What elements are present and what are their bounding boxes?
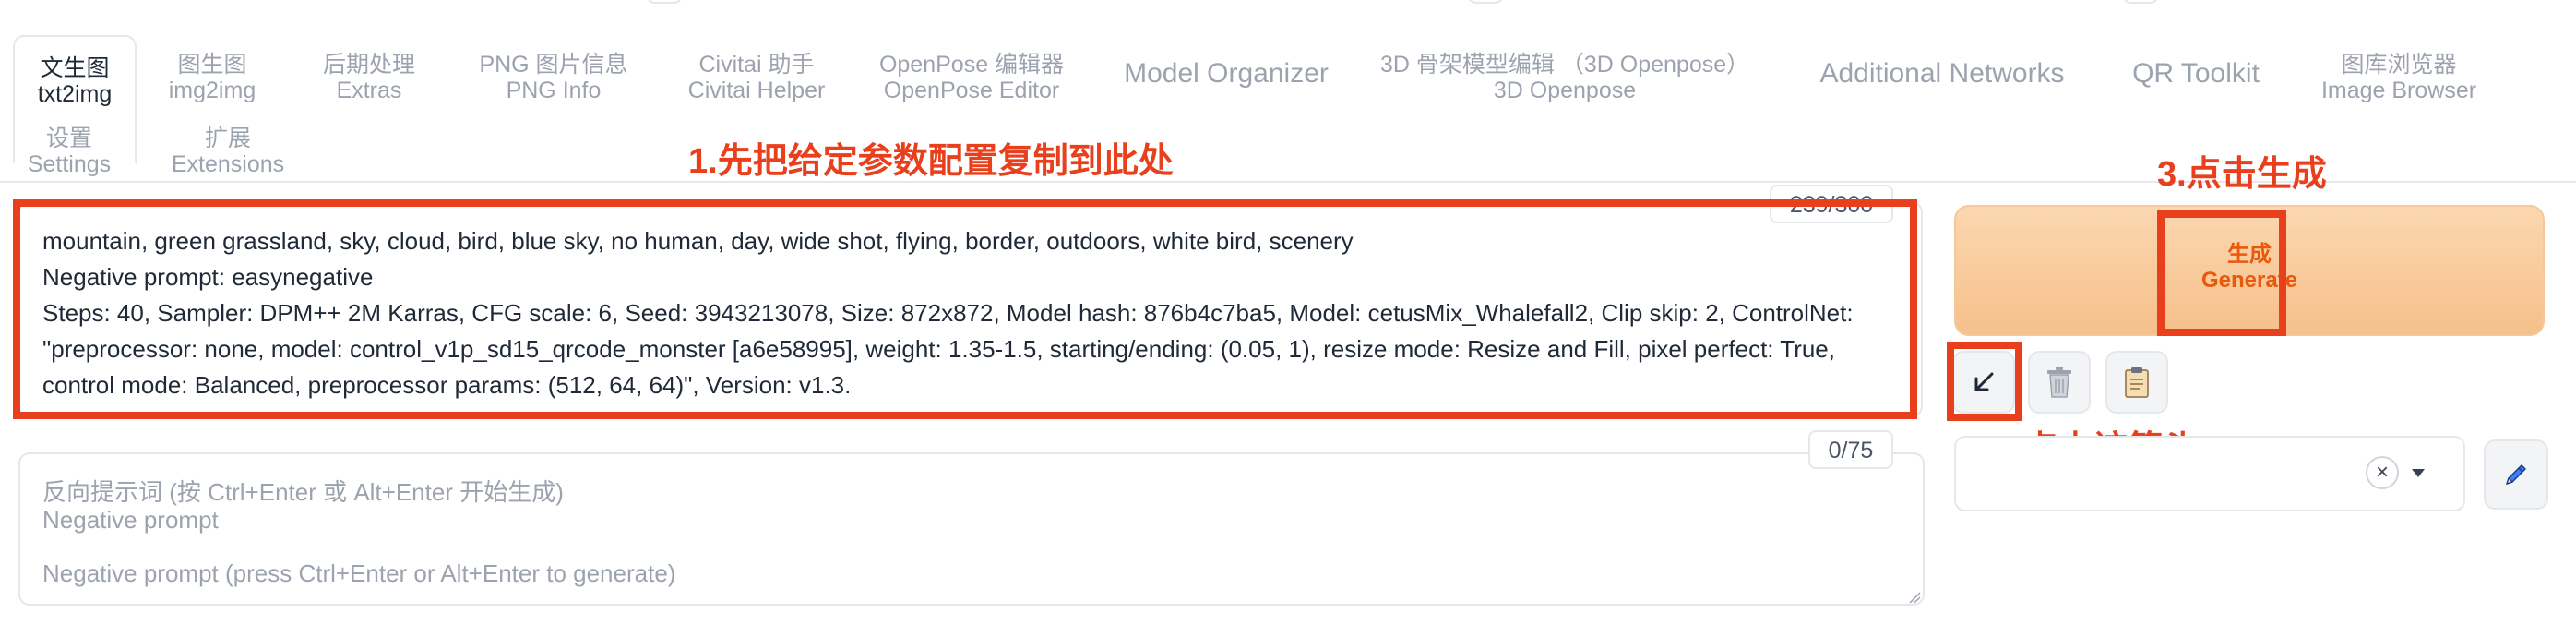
tab-image-browser[interactable]: 图库浏览器 Image Browser [2307, 52, 2491, 103]
tab-sublabel: OpenPose Editor [883, 78, 1060, 103]
tab-civitai-helper[interactable]: Civitai 助手 Civitai Helper [683, 52, 830, 103]
tab-extensions[interactable]: 扩展 Extensions [168, 126, 288, 177]
top-control-remnant [2122, 0, 2159, 4]
tab-3d-openpose[interactable]: 3D 骨架模型编辑 （3D Openpose） 3D Openpose [1380, 52, 1749, 103]
clipboard-icon [2125, 367, 2149, 398]
pencil-icon [2506, 464, 2526, 485]
tab-label: OpenPose 编辑器 [878, 52, 1065, 78]
tab-settings[interactable]: 设置 Settings [22, 126, 116, 177]
tab-label: 设置 [45, 126, 92, 151]
placeholder-line: Negative prompt (press Ctrl+Enter or Alt… [42, 559, 676, 587]
tab-label: 3D 骨架模型编辑 （3D Openpose） [1380, 52, 1750, 78]
resize-grip-icon[interactable] [1908, 591, 1921, 604]
negative-token-counter: 0/75 [1808, 430, 1893, 469]
tab-sublabel: Extras [336, 78, 402, 103]
tab-label: 后期处理 [322, 52, 415, 78]
top-control-remnant [1467, 0, 1504, 4]
tab-png-info[interactable]: PNG 图片信息 PNG Info [471, 52, 637, 103]
tab-label: Model Organizer [1124, 58, 1329, 89]
tab-label: PNG 图片信息 [479, 52, 628, 78]
clear-prompt-button[interactable] [2028, 351, 2091, 414]
tab-sublabel: txt2img [37, 81, 113, 107]
tab-label: Additional Networks [1819, 58, 2065, 89]
apply-styles-button[interactable] [2105, 351, 2168, 414]
tab-sublabel: Extensions [171, 151, 285, 177]
tab-additional-networks[interactable]: Additional Networks [1808, 55, 2076, 92]
tab-img2img[interactable]: 图生图 img2img [164, 52, 260, 103]
tab-qr-toolkit[interactable]: QR Toolkit [2128, 55, 2264, 92]
clear-styles-button[interactable]: × [2366, 456, 2399, 489]
tab-sublabel: Settings [27, 151, 112, 177]
tab-sublabel: img2img [168, 78, 256, 103]
placeholder-line [42, 534, 1888, 559]
tab-sublabel: Civitai Helper [687, 78, 826, 103]
negative-prompt-placeholder: 反向提示词 (按 Ctrl+Enter 或 Alt+Enter 开始生成) Ne… [42, 478, 1888, 587]
trash-icon [2047, 367, 2071, 398]
annotation-box-arrow [1947, 342, 2022, 421]
tab-label: 图库浏览器 [2341, 52, 2457, 78]
tab-label: 文生图 [40, 55, 110, 81]
placeholder-line: Negative prompt [42, 506, 219, 534]
tab-label: 扩展 [204, 126, 251, 151]
tab-sublabel: PNG Info [506, 78, 602, 103]
tab-openpose-editor[interactable]: OpenPose 编辑器 OpenPose Editor [875, 52, 1068, 103]
tab-sublabel: Image Browser [2320, 78, 2477, 103]
annotation-box-prompt [13, 199, 1917, 419]
tab-model-organizer[interactable]: Model Organizer [1120, 55, 1332, 92]
tab-label: Civitai 助手 [698, 52, 815, 78]
tab-label: 图生图 [177, 52, 247, 78]
edit-styles-button[interactable] [2484, 439, 2548, 510]
tab-extras[interactable]: 后期处理 Extras [314, 52, 424, 103]
chevron-down-icon[interactable] [2412, 469, 2425, 477]
placeholder-line: 反向提示词 (按 Ctrl+Enter 或 Alt+Enter 开始生成) [42, 478, 564, 506]
annotation-step3: 3.点击生成 [2157, 155, 2327, 194]
top-strip [0, 0, 2576, 6]
top-control-remnant [646, 0, 683, 4]
tab-label: QR Toolkit [2132, 58, 2260, 89]
annotation-step1: 1.先把给定参数配置复制到此处 [688, 142, 1174, 181]
annotation-box-generate [2157, 210, 2286, 336]
tab-sublabel: 3D Openpose [1493, 78, 1637, 103]
